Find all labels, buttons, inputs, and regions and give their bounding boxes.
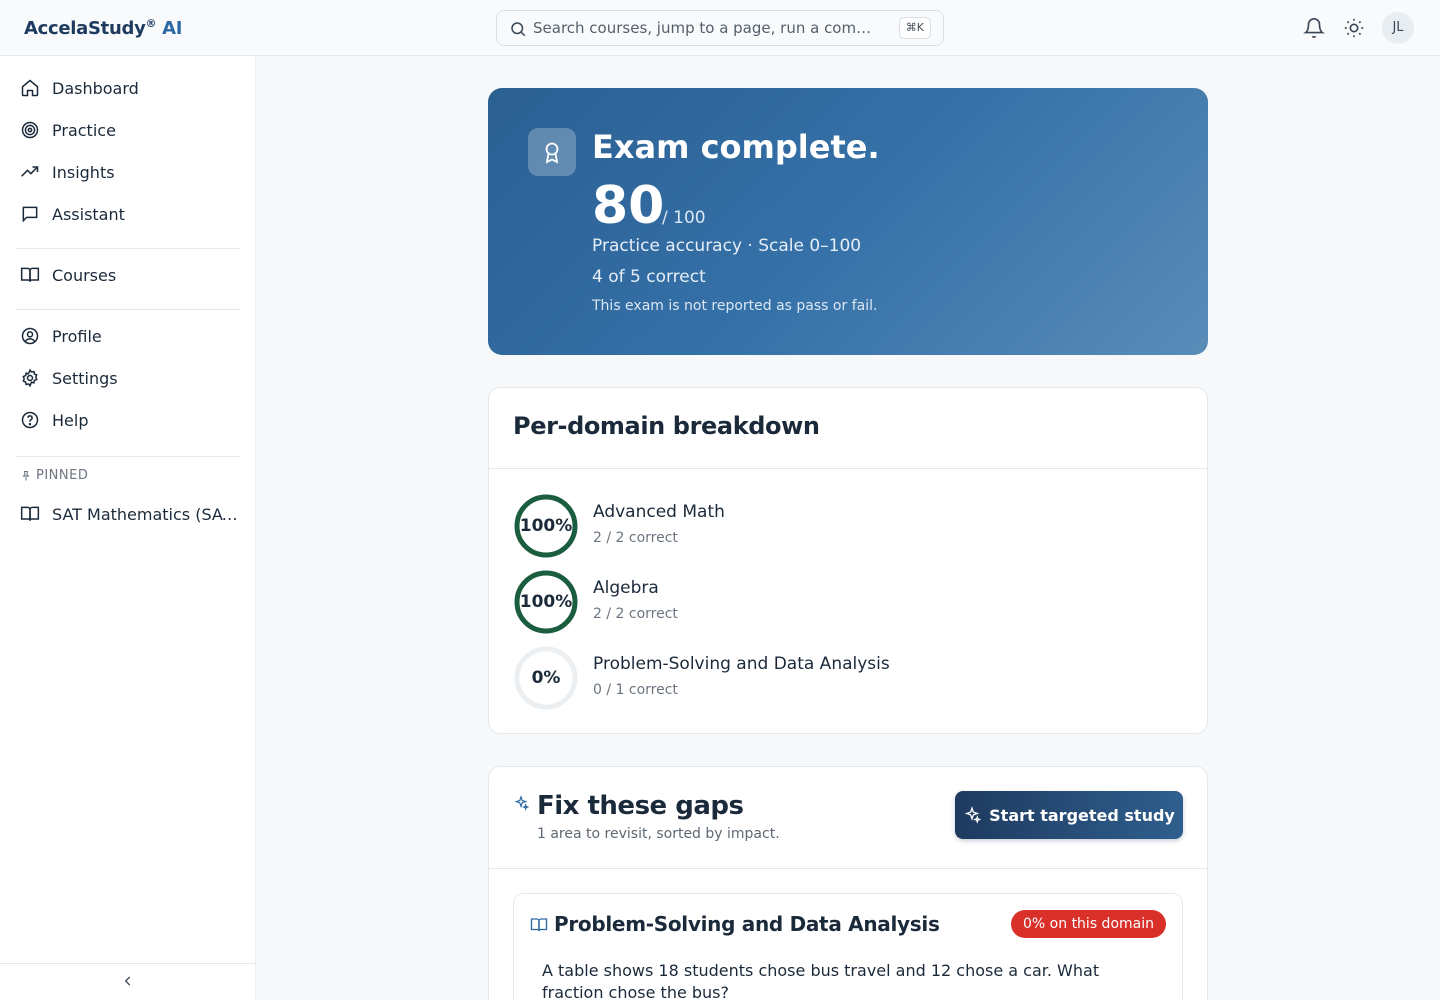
gaps-heading: Fix these gaps — [537, 791, 744, 821]
fix-gaps-card: Fix these gaps 1 area to revisit, sorted… — [488, 766, 1208, 1000]
award-icon — [545, 142, 559, 164]
breakdown-heading: Per-domain breakdown — [513, 412, 820, 440]
domain-row: 100% Advanced Math 2 / 2 correct — [513, 493, 1173, 559]
pinned-item-sat-math[interactable]: SAT Mathematics (SAT… — [16, 496, 240, 532]
domain-percent: 100% — [519, 516, 573, 536]
top-bar: AccelaStudy® AI Search courses, jump to … — [0, 0, 1440, 56]
collapse-sidebar-button[interactable] — [0, 963, 256, 1000]
sidebar-item-label: Insights — [52, 162, 115, 182]
domain-percent: 100% — [519, 592, 573, 612]
start-targeted-study-button[interactable]: Start targeted study — [955, 791, 1183, 839]
domain-correct: 2 / 2 correct — [593, 606, 678, 622]
sidebar: Dashboard Practice Insights Assistant Co… — [0, 56, 256, 1000]
sidebar-item-help[interactable]: Help — [16, 402, 240, 438]
hero-subtitle: Practice accuracy · Scale 0–100 — [592, 236, 862, 256]
domain-row: 0% Problem-Solving and Data Analysis 0 / 1… — [513, 645, 1173, 711]
gap-score-badge: 0% on this domain — [1011, 910, 1166, 938]
search-placeholder: Search courses, jump to a page, run a co… — [533, 19, 883, 37]
brand-name: AccelaStudy — [24, 18, 146, 39]
user-circle-icon — [21, 327, 39, 345]
book-open-icon — [20, 267, 40, 282]
pinned-heading: PINNED — [20, 468, 88, 483]
hero-title: Exam complete. — [592, 128, 880, 166]
card-divider — [489, 868, 1207, 869]
sidebar-item-settings[interactable]: Settings — [16, 360, 240, 396]
domain-progress-ring: 100% — [513, 493, 579, 559]
sidebar-item-dashboard[interactable]: Dashboard — [16, 70, 240, 106]
card-divider — [489, 468, 1207, 469]
domain-correct: 2 / 2 correct — [593, 530, 678, 546]
sidebar-item-label: Practice — [52, 120, 116, 140]
search-bar[interactable]: Search courses, jump to a page, run a co… — [496, 10, 944, 46]
sidebar-item-practice[interactable]: Practice — [16, 112, 240, 148]
sidebar-item-label: Profile — [52, 326, 102, 346]
help-circle-icon — [21, 411, 39, 429]
search-shortcut: ⌘K — [898, 17, 931, 39]
gaps-subtitle: 1 area to revisit, sorted by impact. — [537, 826, 780, 842]
sidebar-divider — [16, 248, 240, 249]
sidebar-item-courses[interactable]: Courses — [16, 257, 240, 293]
sidebar-item-assistant[interactable]: Assistant — [16, 196, 240, 232]
sparkles-icon — [964, 806, 982, 824]
domain-progress-ring: 0% — [513, 645, 579, 711]
search-icon — [511, 22, 526, 37]
sidebar-item-insights[interactable]: Insights — [16, 154, 240, 190]
domain-row: 100% Algebra 2 / 2 correct — [513, 569, 1173, 635]
sun-icon[interactable] — [1343, 17, 1365, 39]
chevron-left-icon — [124, 976, 131, 986]
pinned-heading-label: PINNED — [36, 468, 89, 483]
avatar[interactable]: JL — [1382, 12, 1414, 44]
hero-score: 80 — [592, 176, 665, 236]
gear-icon — [22, 368, 38, 388]
sidebar-divider — [16, 309, 240, 310]
gap-item-title: Problem-Solving and Data Analysis — [554, 912, 940, 936]
gap-item[interactable]: Problem-Solving and Data Analysis 0% on … — [513, 893, 1183, 1000]
sidebar-item-label: Courses — [52, 265, 117, 285]
domain-name: Problem-Solving and Data Analysis — [593, 654, 890, 674]
brand-reg-mark: ® — [145, 17, 157, 30]
sidebar-item-label: Assistant — [52, 204, 125, 224]
sidebar-item-label: Settings — [52, 368, 118, 388]
domain-correct: 0 / 1 correct — [593, 682, 678, 698]
sparkles-icon — [514, 795, 529, 811]
award-badge — [528, 128, 576, 176]
target-icon — [21, 121, 39, 139]
domain-breakdown-card: Per-domain breakdown 100% Advanced Math 2 … — [488, 387, 1208, 734]
sidebar-divider — [16, 456, 240, 457]
pin-icon — [22, 470, 30, 480]
domain-name: Algebra — [593, 578, 659, 598]
hero-note: This exam is not reported as pass or fai… — [592, 298, 878, 314]
sidebar-item-label: Help — [52, 410, 89, 430]
sidebar-item-label: Dashboard — [52, 78, 139, 98]
exam-result-hero: Exam complete. 80 / 100 Practice accurac… — [488, 88, 1208, 355]
start-targeted-study-label: Start targeted study — [989, 805, 1175, 825]
hero-correct-count: 4 of 5 correct — [592, 267, 706, 287]
gap-question-text: A table shows 18 students chose bus trav… — [542, 961, 1100, 1000]
brand-logo[interactable]: AccelaStudy® AI — [24, 17, 183, 39]
domain-progress-ring: 100% — [513, 569, 579, 635]
book-open-icon — [530, 918, 548, 932]
brand-ai: AI — [162, 18, 183, 39]
sidebar-item-profile[interactable]: Profile — [16, 318, 240, 354]
trending-up-icon — [21, 166, 39, 177]
hero-score-max: / 100 — [662, 208, 706, 228]
chat-icon — [22, 206, 38, 223]
pinned-item-label: SAT Mathematics (SAT… — [52, 504, 240, 524]
domain-percent: 0% — [531, 668, 561, 688]
bell-icon[interactable] — [1303, 17, 1325, 39]
domain-name: Advanced Math — [593, 502, 725, 522]
home-icon — [21, 79, 39, 97]
book-open-icon — [20, 506, 40, 521]
